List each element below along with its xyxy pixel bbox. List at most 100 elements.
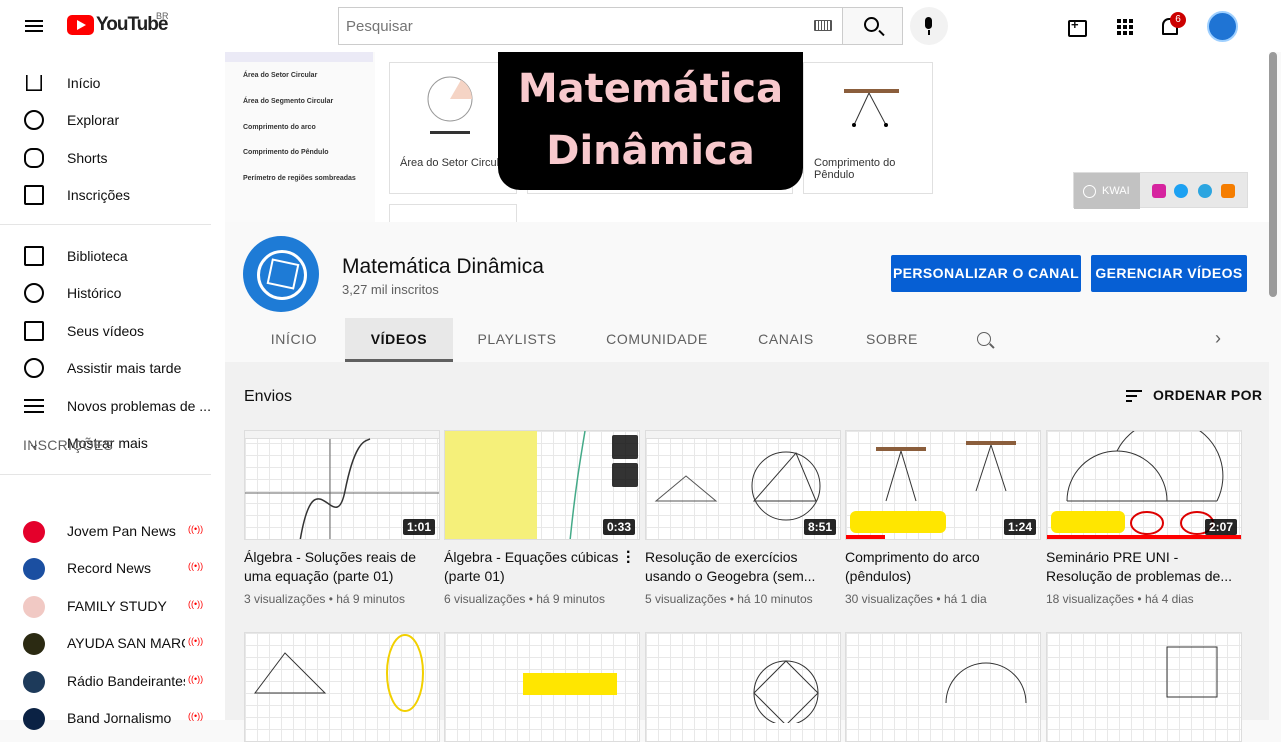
square-in-circle-figure — [753, 660, 819, 723]
channel-tabs: INÍCIO VÍDEOS PLAYLISTS COMUNIDADE CANAI… — [225, 318, 1269, 362]
subscription-item[interactable]: Record News ((•)) — [0, 549, 225, 586]
search-input[interactable] — [339, 17, 799, 35]
banner-selected-row — [225, 52, 373, 62]
video-meta: 6 visualizações • há 9 minutos — [444, 592, 605, 606]
video-title[interactable]: Resolução de exercícios usando o Geogebr… — [645, 548, 841, 586]
video-age: há 9 minutos — [336, 592, 405, 606]
video-thumbnail[interactable]: 8:51 — [645, 430, 841, 540]
chevron-right-icon[interactable]: › — [1215, 328, 1221, 349]
sidebar-item-home[interactable]: Início — [0, 64, 225, 101]
history-icon — [24, 283, 44, 303]
video-thumbnail[interactable] — [1046, 632, 1242, 742]
video-card[interactable] — [845, 632, 1041, 742]
video-thumbnail[interactable]: 2:07 — [1046, 430, 1242, 540]
live-icon: ((•)) — [188, 561, 204, 571]
banner-card: Comprimento do Pêndulo — [803, 62, 933, 194]
subscription-item[interactable]: Jovem Pan News ((•)) — [0, 512, 225, 549]
tab-home[interactable]: INÍCIO — [254, 318, 334, 362]
video-title[interactable]: Seminário PRE UNI - Resolução de problem… — [1046, 548, 1242, 586]
home-icon — [26, 75, 42, 91]
banner-card-title: Comprimento do Pêndulo — [814, 157, 896, 181]
video-title[interactable]: Álgebra - Soluções reais de uma equação … — [244, 548, 440, 586]
tab-community[interactable]: COMUNIDADE — [598, 318, 716, 362]
video-thumbnail[interactable] — [444, 632, 640, 742]
sidebar-item-library[interactable]: Biblioteca — [0, 237, 225, 274]
sidebar-item-subscriptions[interactable]: Inscrições — [0, 176, 225, 213]
channel-avatar[interactable] — [243, 236, 319, 312]
channel-avatar — [23, 633, 45, 655]
sort-button[interactable]: ORDENAR POR — [1153, 387, 1262, 403]
sidebar-item-watch-later[interactable]: Assistir mais tarde — [0, 349, 225, 386]
subscription-item[interactable]: Rádio Bandeirantes ((•)) — [0, 662, 225, 699]
tab-about[interactable]: SOBRE — [857, 318, 927, 362]
annotation-label — [850, 511, 946, 533]
banner-title-box: Matemática Dinâmica — [498, 52, 803, 190]
twitter-icon[interactable] — [1174, 184, 1188, 198]
video-card[interactable]: 1:24 Comprimento do arco (pêndulos) 30 v… — [845, 430, 1041, 606]
video-age: há 9 minutos — [536, 592, 605, 606]
search-button[interactable] — [843, 7, 903, 45]
voice-search-icon[interactable] — [910, 7, 948, 45]
video-card[interactable] — [444, 632, 640, 742]
search-icon — [864, 17, 879, 32]
more-options-icon[interactable]: · · · — [626, 545, 631, 571]
subscription-name: Rádio Bandeirantes — [67, 673, 185, 689]
keyboard-icon[interactable] — [814, 20, 832, 31]
blogger-icon[interactable] — [1221, 184, 1235, 198]
video-title[interactable]: Comprimento do arco (pêndulos) — [845, 548, 1041, 586]
video-thumbnail[interactable] — [645, 632, 841, 742]
video-card[interactable]: 1:01 Álgebra - Soluções reais de uma equ… — [244, 430, 440, 606]
video-thumbnail[interactable] — [845, 632, 1041, 742]
youtube-play-icon — [67, 15, 94, 35]
kwai-link[interactable]: KWAI — [1074, 173, 1140, 209]
channel-avatar — [23, 671, 45, 693]
video-thumbnail[interactable]: 0:33 — [444, 430, 640, 540]
video-card[interactable] — [645, 632, 841, 742]
video-thumbnail[interactable]: 1:01 — [244, 430, 440, 540]
video-card[interactable]: 0:33 Álgebra - Equações cúbicas (parte 0… — [444, 430, 640, 606]
video-title[interactable]: Álgebra - Equações cúbicas (parte 01) — [444, 548, 640, 586]
sidebar-item-your-videos[interactable]: Seus vídeos — [0, 312, 225, 349]
scrollbar[interactable] — [1269, 52, 1277, 297]
video-age: há 4 dias — [1144, 592, 1194, 606]
account-avatar[interactable] — [1207, 11, 1238, 42]
banner-side-item: Perímetro de regiões sombreadas — [243, 175, 356, 182]
video-thumbnail[interactable] — [244, 632, 440, 742]
menu-icon[interactable] — [22, 14, 46, 38]
banner-side-item: Área do Setor Circular — [243, 72, 318, 79]
tab-videos[interactable]: VÍDEOS — [345, 318, 453, 362]
tab-playlists[interactable]: PLAYLISTS — [468, 318, 566, 362]
telegram-icon[interactable] — [1198, 184, 1212, 198]
add-to-queue-icon[interactable] — [612, 463, 638, 487]
manage-videos-button[interactable]: GERENCIAR VÍDEOS — [1091, 255, 1247, 292]
playlist-icon — [24, 399, 44, 413]
instagram-icon[interactable] — [1152, 184, 1166, 198]
channel-banner: Área do Setor Circular Área do Segmento … — [225, 52, 1269, 222]
sidebar-item-playlist[interactable]: Novos problemas de ... — [0, 387, 225, 424]
watch-later-icon[interactable] — [612, 435, 638, 459]
tab-channels[interactable]: CANAIS — [747, 318, 825, 362]
square-figure — [1166, 646, 1218, 698]
customize-channel-button[interactable]: PERSONALIZAR O CANAL — [891, 255, 1081, 292]
semicircle-figure — [945, 662, 1027, 704]
youtube-logo[interactable]: YouTube BR — [67, 11, 169, 36]
sort-icon[interactable] — [1126, 390, 1142, 402]
sidebar-item-shorts[interactable]: Shorts — [0, 139, 225, 176]
sidebar-item-history[interactable]: Histórico — [0, 274, 225, 311]
video-duration: 0:33 — [602, 519, 635, 535]
video-card[interactable]: 8:51 Resolução de exercícios usando o Ge… — [645, 430, 841, 606]
create-video-icon[interactable] — [1066, 14, 1090, 38]
video-card[interactable] — [244, 632, 440, 742]
video-card[interactable]: 2:07 Seminário PRE UNI - Resolução de pr… — [1046, 430, 1242, 606]
apps-grid-icon[interactable] — [1112, 14, 1136, 38]
live-icon: ((•)) — [188, 636, 204, 646]
subscription-item[interactable]: Band Jornalismo ((•)) — [0, 699, 225, 736]
channel-search-icon[interactable] — [977, 332, 991, 346]
video-duration: 8:51 — [803, 519, 836, 535]
video-thumbnail[interactable]: 1:24 — [845, 430, 1041, 540]
subscription-item[interactable]: AYUDA SAN MARC...((•)) — [0, 624, 225, 661]
channel-avatar — [23, 521, 45, 543]
video-card[interactable] — [1046, 632, 1242, 742]
sidebar-item-explore[interactable]: Explorar — [0, 101, 225, 138]
subscription-item[interactable]: FAMILY STUDY ((•)) — [0, 587, 225, 624]
